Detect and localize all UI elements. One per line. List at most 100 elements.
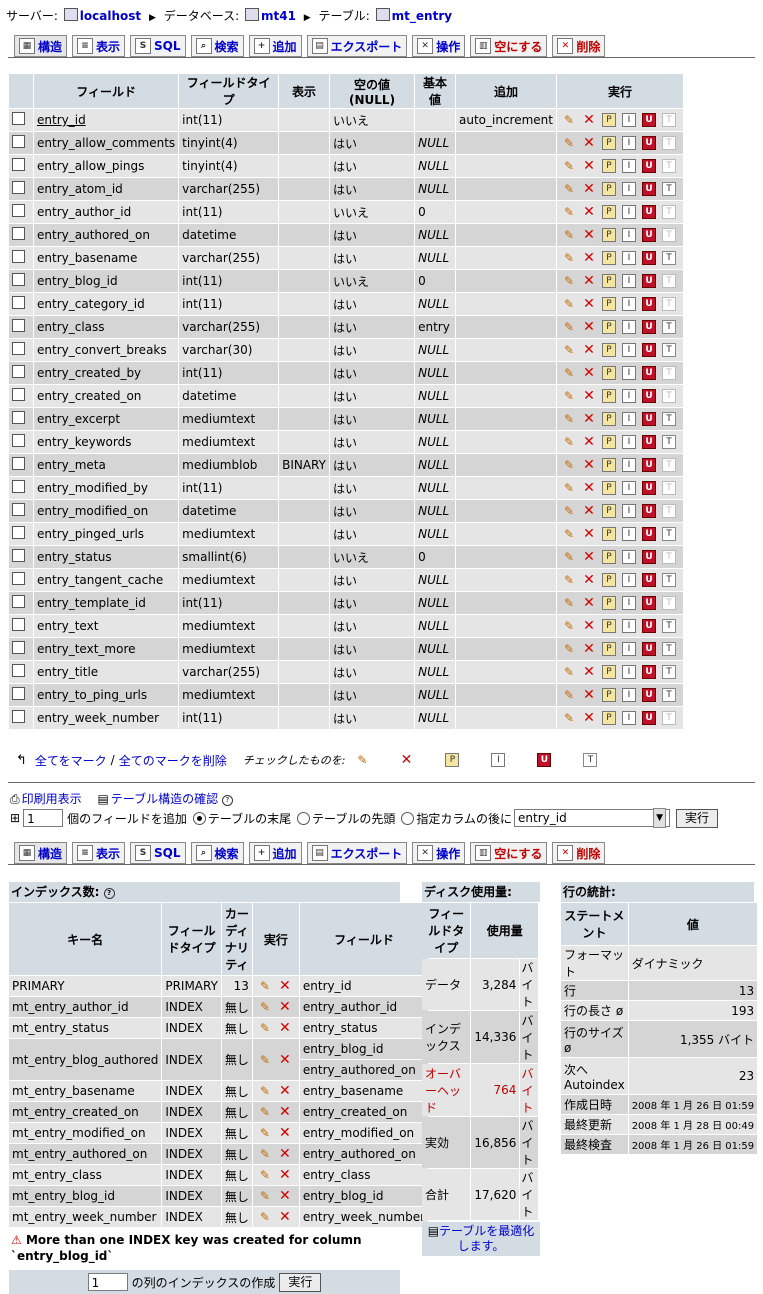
edit-icon[interactable]: ✎ — [562, 274, 576, 288]
delete-icon[interactable]: ✕ — [278, 1000, 292, 1014]
row-checkbox[interactable] — [12, 319, 25, 332]
primary-key-icon[interactable]: P — [601, 274, 616, 289]
tab-empty[interactable]: ▥ 空にする — [470, 35, 548, 57]
fulltext-icon[interactable]: T — [661, 182, 676, 197]
row-checkbox[interactable] — [12, 388, 25, 401]
index-icon[interactable]: I — [621, 435, 636, 450]
edit-icon[interactable]: ✎ — [562, 182, 576, 196]
unique-icon[interactable]: U — [641, 412, 656, 427]
delete-icon[interactable]: ✕ — [278, 1210, 292, 1224]
edit-icon[interactable]: ✎ — [258, 1126, 272, 1140]
print-view-link[interactable]: 印刷用表示 — [22, 792, 82, 806]
row-checkbox[interactable] — [12, 710, 25, 723]
row-checkbox[interactable] — [12, 618, 25, 631]
edit-icon[interactable]: ✎ — [562, 228, 576, 242]
optimize-table[interactable]: ▤テーブルを最適化します。 — [422, 1222, 540, 1256]
primary-key-icon[interactable]: P — [601, 159, 616, 174]
row-checkbox[interactable] — [12, 457, 25, 470]
primary-key-icon[interactable]: P — [601, 320, 616, 335]
row-checkbox[interactable] — [12, 181, 25, 194]
primary-key-icon[interactable]: P — [601, 504, 616, 519]
primary-key-icon[interactable]: P — [601, 642, 616, 657]
edit-icon[interactable]: ✎ — [562, 297, 576, 311]
fulltext-icon[interactable]: T — [661, 688, 676, 703]
after-field-select[interactable]: entry_id ▼ — [514, 808, 671, 828]
index-icon[interactable]: I — [621, 412, 636, 427]
index-icon[interactable]: I — [621, 481, 636, 496]
index-icon[interactable]: I — [621, 596, 636, 611]
fulltext-icon[interactable]: T — [661, 366, 676, 381]
fulltext-icon[interactable]: T — [661, 458, 676, 473]
primary-selected-icon[interactable]: P — [445, 753, 460, 767]
db-link[interactable]: mt41 — [261, 9, 296, 23]
edit-icon[interactable]: ✎ — [562, 389, 576, 403]
delete-icon[interactable]: ✕ — [582, 412, 596, 426]
delete-icon[interactable]: ✕ — [582, 665, 596, 679]
unique-icon[interactable]: U — [641, 251, 656, 266]
fulltext-icon[interactable]: T — [661, 320, 676, 335]
unique-icon[interactable]: U — [641, 435, 656, 450]
row-checkbox[interactable] — [12, 641, 25, 654]
delete-icon[interactable]: ✕ — [278, 1021, 292, 1035]
unique-icon[interactable]: U — [641, 366, 656, 381]
delete-icon[interactable]: ✕ — [582, 596, 596, 610]
unique-icon[interactable]: U — [641, 711, 656, 726]
delete-icon[interactable]: ✕ — [278, 1126, 292, 1140]
delete-icon[interactable]: ✕ — [582, 274, 596, 288]
fulltext-icon[interactable]: T — [661, 573, 676, 588]
server-link[interactable]: localhost — [80, 9, 141, 23]
optimize-link[interactable]: テーブルを最適化します。 — [439, 1224, 534, 1253]
delete-icon[interactable]: ✕ — [278, 1084, 292, 1098]
primary-key-icon[interactable]: P — [601, 297, 616, 312]
index-icon[interactable]: I — [621, 136, 636, 151]
row-checkbox[interactable] — [12, 411, 25, 424]
delete-icon[interactable]: ✕ — [582, 320, 596, 334]
unique-icon[interactable]: U — [641, 596, 656, 611]
index-icon[interactable]: I — [621, 688, 636, 703]
row-checkbox[interactable] — [12, 434, 25, 447]
index-icon[interactable]: I — [621, 159, 636, 174]
unique-icon[interactable]: U — [641, 136, 656, 151]
delete-icon[interactable]: ✕ — [278, 979, 292, 993]
delete-icon[interactable]: ✕ — [278, 1105, 292, 1119]
edit-icon[interactable]: ✎ — [562, 481, 576, 495]
unique-icon[interactable]: U — [641, 113, 656, 128]
row-checkbox[interactable] — [12, 158, 25, 171]
tab-sql[interactable]: S SQL — [130, 842, 186, 864]
add-field-go-button[interactable]: 実行 — [676, 808, 719, 828]
delete-icon[interactable]: ✕ — [582, 619, 596, 633]
primary-key-icon[interactable]: P — [601, 435, 616, 450]
edit-icon[interactable]: ✎ — [562, 343, 576, 357]
primary-key-icon[interactable]: P — [601, 228, 616, 243]
delete-icon[interactable]: ✕ — [278, 1168, 292, 1182]
unmark-all-link[interactable]: 全てのマークを削除 — [119, 752, 227, 769]
tab-insert[interactable]: + 追加 — [248, 842, 302, 864]
primary-key-icon[interactable]: P — [601, 458, 616, 473]
row-checkbox[interactable] — [12, 664, 25, 677]
unique-icon[interactable]: U — [641, 159, 656, 174]
row-checkbox[interactable] — [12, 135, 25, 148]
tab-operations[interactable]: ✕ 操作 — [412, 35, 466, 57]
unique-icon[interactable]: U — [641, 481, 656, 496]
tab-browse[interactable]: ≡ 表示 — [72, 35, 126, 57]
tab-search[interactable]: ⌕ 検索 — [190, 842, 244, 864]
index-icon[interactable]: I — [621, 711, 636, 726]
unique-icon[interactable]: U — [641, 527, 656, 542]
edit-icon[interactable]: ✎ — [562, 435, 576, 449]
fulltext-icon[interactable]: T — [661, 711, 676, 726]
fulltext-icon[interactable]: T — [661, 136, 676, 151]
primary-key-icon[interactable]: P — [601, 688, 616, 703]
edit-icon[interactable]: ✎ — [258, 1084, 272, 1098]
unique-icon[interactable]: U — [641, 297, 656, 312]
tab-search[interactable]: ⌕ 検索 — [190, 35, 244, 57]
edit-icon[interactable]: ✎ — [562, 159, 576, 173]
edit-icon[interactable]: ✎ — [562, 458, 576, 472]
delete-icon[interactable]: ✕ — [582, 366, 596, 380]
tab-operations[interactable]: ✕ 操作 — [412, 842, 466, 864]
index-icon[interactable]: I — [621, 320, 636, 335]
primary-key-icon[interactable]: P — [601, 389, 616, 404]
radio-after[interactable] — [401, 811, 415, 825]
delete-icon[interactable]: ✕ — [582, 343, 596, 357]
row-checkbox[interactable] — [12, 273, 25, 286]
edit-icon[interactable]: ✎ — [258, 1189, 272, 1203]
